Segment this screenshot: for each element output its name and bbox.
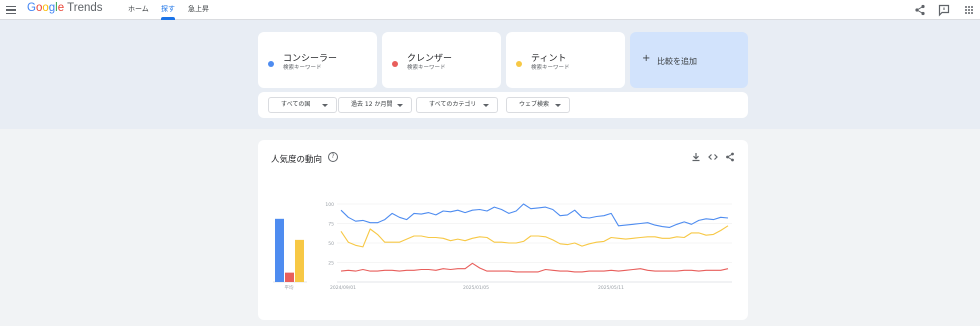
term-type: 検索キーワード [283, 65, 322, 71]
share-icon[interactable] [913, 3, 927, 17]
nav-trending[interactable]: 急上昇 [188, 4, 209, 14]
dropdown-caret-icon [322, 104, 328, 107]
add-comparison-button[interactable]: + 比較を追加 [630, 32, 748, 88]
series-color-dot [268, 61, 274, 67]
average-bar [295, 239, 304, 282]
top-app-bar: Google Trends ホーム 探す 急上昇 [0, 0, 980, 20]
filter-label: すべてのカテゴリ [429, 101, 477, 108]
series-color-dot [392, 61, 398, 67]
series-line [340, 262, 729, 273]
y-tick-label: 100 [325, 202, 334, 208]
search-term-card-2[interactable]: クレンザー 検索キーワード [382, 32, 501, 88]
filter-bar: すべての国 過去 12 か月間 すべてのカテゴリ ウェブ検索 [258, 92, 748, 118]
dropdown-caret-icon [555, 104, 561, 107]
x-tick-label: 2024/09/01 [330, 285, 356, 291]
average-label: 平均 [285, 284, 294, 291]
time-range-filter[interactable]: 過去 12 か月間 [338, 97, 412, 113]
category-filter[interactable]: すべてのカテゴリ [416, 97, 498, 113]
series-color-dot [516, 61, 522, 67]
search-term-card-3[interactable]: ティント 検索キーワード [506, 32, 625, 88]
region-filter[interactable]: すべての国 [268, 97, 337, 113]
google-wordmark: Google [27, 2, 65, 14]
google-trends-logo[interactable]: Google Trends [27, 2, 103, 14]
search-type-filter[interactable]: ウェブ検索 [506, 97, 570, 113]
nav-home[interactable]: ホーム [128, 4, 149, 14]
x-tick-label: 2025/01/05 [463, 285, 489, 291]
y-tick-label: 50 [328, 241, 334, 247]
interest-over-time-card: 人気度の動向 ? 100 75 50 25 2024/09/01 2025/01/05 20… [258, 140, 748, 320]
dropdown-caret-icon [397, 104, 403, 107]
series-line [340, 203, 729, 228]
term-type: 検索キーワード [407, 65, 446, 71]
hamburger-menu-icon[interactable] [6, 4, 16, 15]
trend-chart: 100 75 50 25 2024/09/01 2025/01/05 2025/05/11 平… [273, 202, 732, 291]
filter-label: ウェブ検索 [519, 101, 550, 108]
y-tick-label: 75 [328, 222, 334, 228]
apps-grid-icon[interactable] [962, 3, 976, 17]
feedback-icon[interactable] [937, 3, 951, 17]
add-comparison-label: 比較を追加 [657, 57, 697, 66]
filter-label: すべての国 [281, 101, 311, 108]
x-tick-label: 2025/05/11 [598, 285, 624, 291]
average-bar [275, 218, 284, 282]
nav-explore[interactable]: 探す [161, 4, 175, 14]
dropdown-caret-icon [483, 104, 489, 107]
plus-icon: + [642, 53, 651, 64]
active-tab-indicator [161, 17, 175, 20]
term-type: 検索キーワード [531, 65, 570, 71]
series-line [340, 225, 729, 248]
y-tick-label: 25 [328, 261, 334, 267]
product-name: Trends [67, 2, 103, 14]
search-term-card-1[interactable]: コンシーラー 検索キーワード [258, 32, 377, 88]
average-bar [285, 272, 294, 282]
filter-label: 過去 12 か月間 [351, 101, 393, 108]
